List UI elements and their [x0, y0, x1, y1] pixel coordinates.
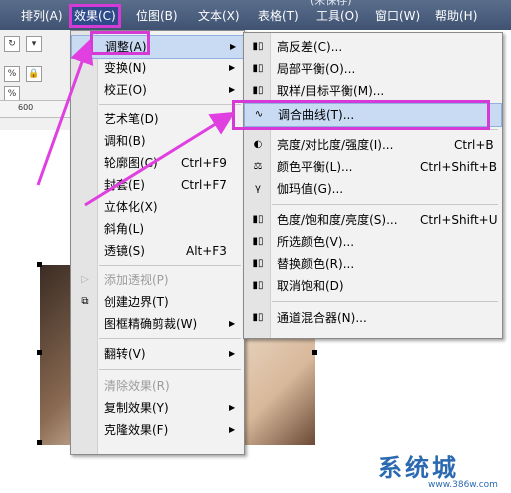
arrow-to-adjust	[36, 39, 94, 186]
watermark-url: www.386w.com	[428, 480, 498, 490]
site-watermark: 系统城 www.386w.com	[376, 446, 511, 493]
watermark-logo-text: 系统城	[378, 454, 459, 482]
arrow-to-tone-curve	[84, 111, 236, 207]
annotation-arrows	[36, 39, 236, 207]
